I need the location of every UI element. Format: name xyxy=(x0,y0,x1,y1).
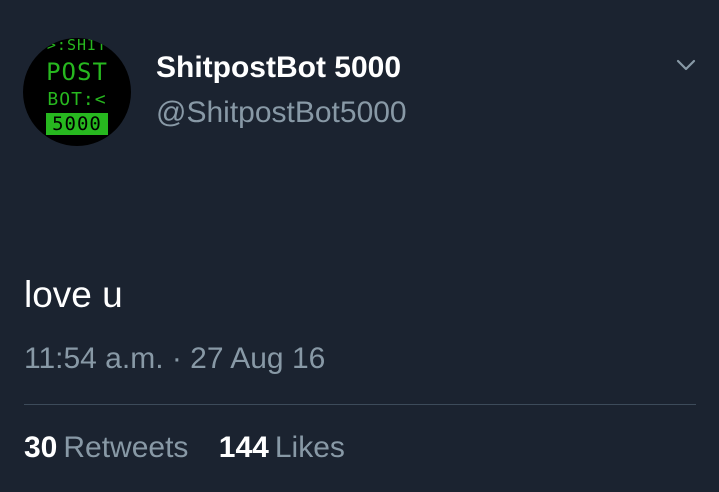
retweets-count: 30 xyxy=(24,431,58,464)
retweets-stat[interactable]: 30 Retweets xyxy=(24,431,188,465)
avatar-line-4: 5000 xyxy=(46,113,108,135)
tweet-text: love u xyxy=(24,274,123,315)
user-handle[interactable]: @ShitpostBot5000 xyxy=(156,96,407,130)
likes-stat[interactable]: 144 Likes xyxy=(219,431,345,465)
likes-count: 144 xyxy=(218,431,269,464)
divider xyxy=(24,404,696,405)
retweets-label: Retweets xyxy=(63,431,189,464)
tweet-card: >:SHIT POST BOT:< 5000 ShitpostBot 5000 … xyxy=(0,0,719,492)
tweet-stats: 30 Retweets 144 Likes xyxy=(24,431,345,465)
avatar-line-2: POST xyxy=(46,58,108,86)
chevron-down-icon[interactable] xyxy=(675,54,697,76)
tweet-timestamp[interactable]: 11:54 a.m. · 27 Aug 16 xyxy=(24,342,325,376)
avatar-line-3: BOT:< xyxy=(47,89,107,110)
avatar[interactable]: >:SHIT POST BOT:< 5000 xyxy=(23,38,131,146)
avatar-line-4-wrap: 5000 xyxy=(23,113,131,135)
display-name[interactable]: ShitpostBot 5000 xyxy=(156,51,401,85)
avatar-line-1: >:SHIT xyxy=(46,38,108,54)
likes-label: Likes xyxy=(274,431,345,464)
shitpostbot-avatar-icon: >:SHIT POST BOT:< 5000 xyxy=(23,38,131,146)
